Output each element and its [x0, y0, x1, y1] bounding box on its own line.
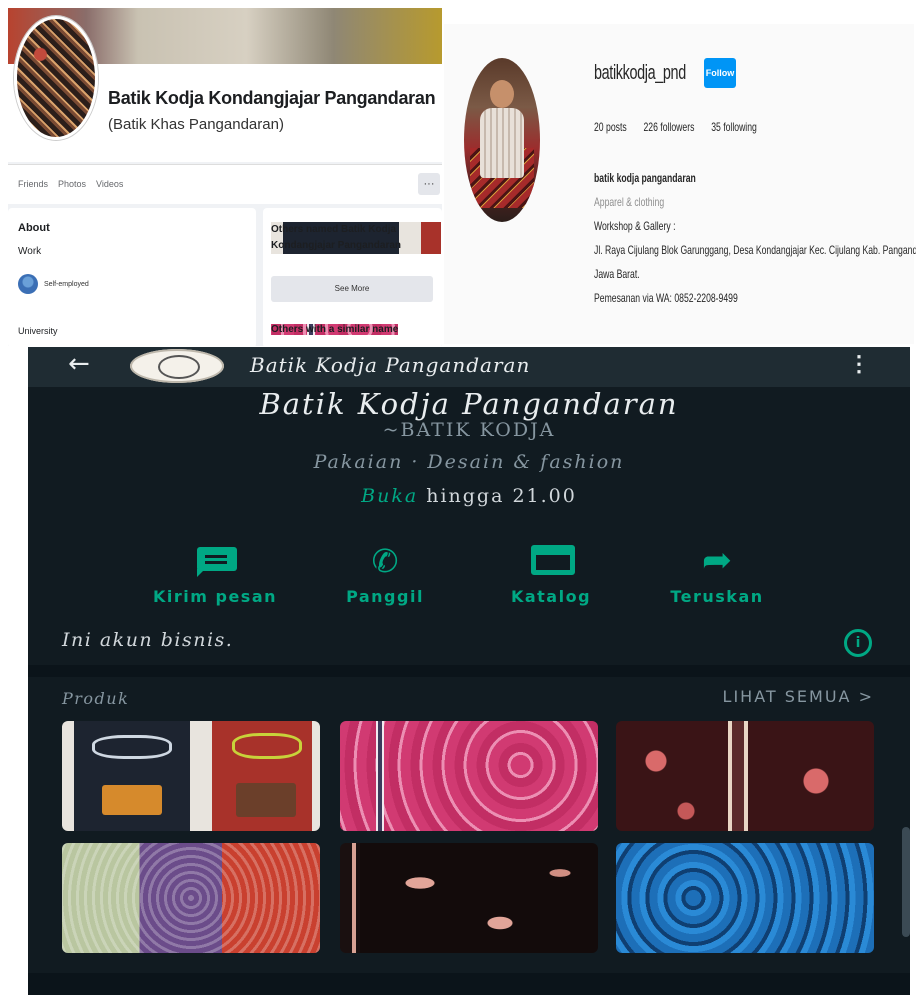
work-value: Self-employed	[44, 281, 89, 288]
app-bar-title: Batik Kodja Pangandaran	[250, 353, 531, 377]
see-more-button[interactable]: See More	[271, 276, 433, 302]
bio-address: Jl. Raya Cijulang Blok Garunggang, Desa …	[594, 243, 916, 257]
avatar-head	[490, 80, 514, 108]
product-thumbnail[interactable]	[62, 843, 320, 953]
facebook-page-panel: Batik Kodja Kondangjajar Pangandaran (Ba…	[8, 8, 442, 346]
page-avatar[interactable]	[14, 16, 98, 140]
page-subtitle: (Batik Khas Pangandaran)	[108, 116, 284, 133]
bio-name: batik kodja pangandaran	[594, 171, 696, 185]
product-thumbnail[interactable]	[340, 843, 598, 953]
call-button[interactable]: ✆ Panggil	[300, 541, 470, 606]
catalog-icon	[521, 541, 581, 581]
business-hours: Buka hingga 21.00	[28, 485, 910, 507]
info-icon[interactable]: i	[844, 629, 872, 657]
page-title: Batik Kodja Kondangjajar Pangandaran	[108, 88, 436, 108]
see-all-link[interactable]: LIHAT SEMUA >	[723, 687, 874, 706]
business-subtitle: ~BATIK KODJA	[382, 419, 556, 441]
forward-button[interactable]: ➦ Teruskan	[632, 540, 802, 607]
products-section: Produk LIHAT SEMUA >	[28, 677, 910, 973]
back-arrow-icon[interactable]: ←	[68, 349, 90, 379]
business-header: Batik Kodja Pangandaran ~BATIK KODJA Pak…	[28, 387, 910, 665]
tab-videos[interactable]: Videos	[96, 179, 123, 189]
about-card: About Work Self-employed University	[8, 208, 256, 346]
bio-line: Workshop & Gallery :	[594, 219, 676, 233]
open-status: Buka	[361, 485, 419, 507]
work-label: Work	[18, 246, 42, 257]
profile-stats: 20 posts 226 followers 35 following	[594, 120, 771, 134]
others-named-card: Others named Batik Kodja Kondangjajar Pa…	[263, 208, 442, 346]
catalog-button[interactable]: Katalog	[466, 541, 636, 606]
profile-bio: batik kodja pangandaran Apparel & clothi…	[594, 166, 916, 310]
product-thumbnail[interactable]	[616, 843, 874, 953]
posts-count[interactable]: 20 posts	[594, 120, 627, 134]
bio-phone: Pemesanan via WA: 0852-2208-9499	[594, 291, 738, 305]
app-bar: ← Batik Kodja Pangandaran ⋮	[28, 347, 910, 387]
about-heading: About	[18, 222, 50, 234]
profile-tabs: Friends Photos Videos ···	[8, 164, 442, 204]
following-count[interactable]: 35 following	[711, 120, 757, 134]
others-named-heading: Others named Batik Kodja Kondangjajar Pa…	[271, 222, 441, 254]
avatar-shirt	[480, 108, 524, 178]
action-label: Panggil	[346, 587, 424, 606]
more-menu-icon[interactable]: ⋮	[848, 351, 870, 377]
message-icon	[185, 541, 245, 581]
bio-category: Apparel & clothing	[594, 195, 665, 209]
business-category: Pakaian · Desain & fashion	[313, 451, 625, 473]
scrollbar[interactable]	[902, 827, 910, 937]
action-label: Kirim pesan	[152, 587, 277, 606]
products-title: Produk	[62, 689, 130, 708]
bio-line: Jawa Barat.	[594, 267, 640, 281]
action-label: Teruskan	[670, 587, 764, 606]
whatsapp-business-panel: ← Batik Kodja Pangandaran ⋮ Batik Kodja …	[28, 347, 910, 995]
action-label: Katalog	[510, 587, 592, 606]
username: batikkodja_pnd	[594, 62, 686, 84]
follow-button[interactable]: Follow	[704, 58, 736, 88]
workplace-icon	[18, 274, 38, 294]
business-account-note: Ini akun bisnis.	[62, 629, 234, 651]
business-logo[interactable]	[130, 349, 224, 383]
product-thumbnail[interactable]	[62, 721, 320, 831]
university-label: University	[18, 326, 58, 336]
hours-text: hingga 21.00	[418, 485, 577, 507]
phone-icon: ✆	[371, 542, 399, 580]
business-name: Batik Kodja Pangandaran	[259, 387, 679, 421]
tab-photos[interactable]: Photos	[58, 179, 86, 189]
product-thumbnail[interactable]	[616, 721, 874, 831]
followers-count[interactable]: 226 followers	[643, 120, 694, 134]
more-options-button[interactable]: ···	[418, 173, 440, 195]
instagram-profile-panel: batikkodja_pnd Follow 20 posts 226 follo…	[444, 24, 916, 344]
send-message-button[interactable]: Kirim pesan	[130, 541, 300, 606]
others-similar-heading: Others with a similar name	[271, 324, 399, 335]
profile-avatar[interactable]	[464, 58, 540, 222]
tab-friends[interactable]: Friends	[18, 179, 48, 189]
product-thumbnail[interactable]	[340, 721, 598, 831]
forward-icon: ➦	[701, 540, 733, 581]
